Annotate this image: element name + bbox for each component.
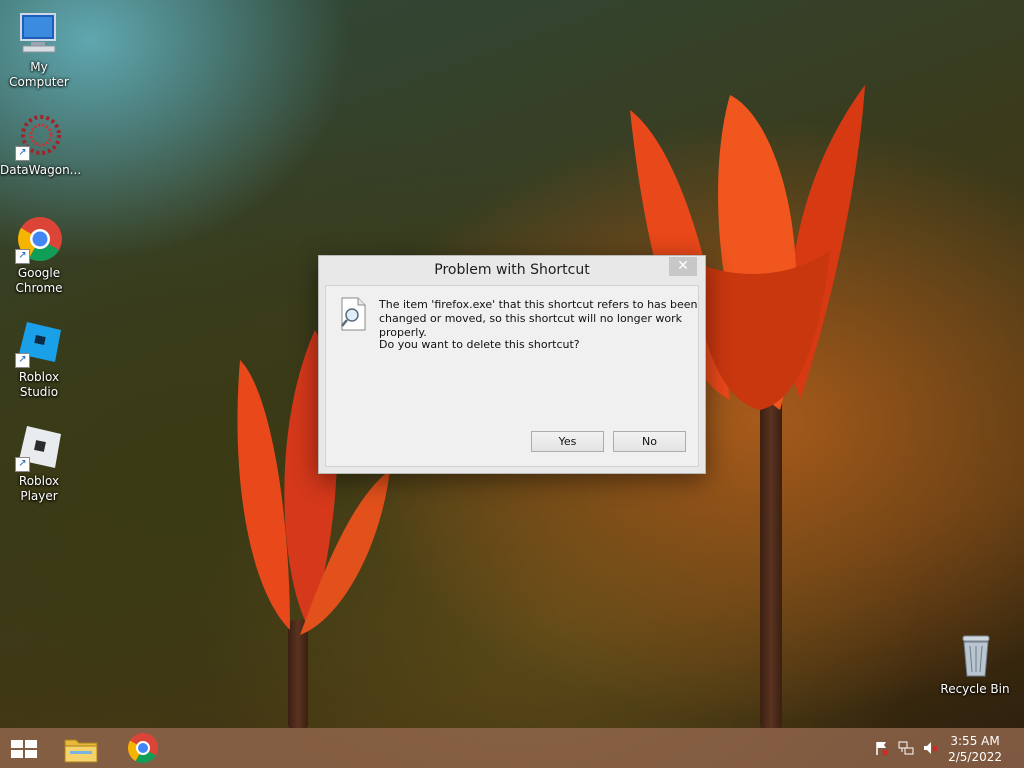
- desktop-icon-recycle-bin[interactable]: Recycle Bin: [936, 632, 1014, 697]
- desktop-icon-label: Roblox Studio: [18, 370, 60, 399]
- desktop-icon-my-computer[interactable]: My Computer: [0, 10, 78, 90]
- desktop-icon-roblox-studio[interactable]: ↗ Roblox Studio: [0, 320, 78, 400]
- desktop-icon-google-chrome[interactable]: ↗ Google Chrome: [0, 216, 78, 296]
- desktop-icon-label: Recycle Bin: [940, 682, 1010, 696]
- desktop-icon-label: My Computer: [9, 60, 69, 89]
- dialog-titlebar[interactable]: Problem with Shortcut ✕: [319, 256, 705, 284]
- start-button[interactable]: [0, 732, 50, 764]
- dialog-content: The item 'firefox.exe' that this shortcu…: [325, 285, 699, 467]
- roblox-studio-icon: ↗: [15, 320, 63, 368]
- magnifier-document-icon: [338, 297, 368, 331]
- problem-with-shortcut-dialog: Problem with Shortcut ✕ The item 'firefo…: [318, 255, 706, 474]
- desktop-icon-roblox-player[interactable]: ↗ Roblox Player: [0, 424, 78, 504]
- shortcut-arrow-icon: ↗: [15, 146, 30, 161]
- desktop-icon-datawagon[interactable]: ↗ DataWagon...: [0, 113, 82, 178]
- dialog-question: Do you want to delete this shortcut?: [379, 338, 580, 351]
- taskbar-file-explorer[interactable]: [56, 732, 106, 764]
- roblox-player-icon: ↗: [15, 424, 63, 472]
- start-icon: [11, 740, 37, 758]
- no-button[interactable]: No: [613, 431, 686, 452]
- desktop-icon-label: Google Chrome: [15, 266, 63, 295]
- close-button[interactable]: ✕: [669, 257, 697, 276]
- action-center-flag-icon[interactable]: [874, 740, 890, 756]
- chrome-icon: [127, 733, 158, 764]
- recycle-bin-icon: [951, 632, 999, 680]
- network-icon[interactable]: [898, 740, 914, 756]
- chrome-icon: ↗: [15, 216, 63, 264]
- volume-muted-icon[interactable]: [922, 740, 938, 756]
- datawagon-icon: ↗: [15, 113, 63, 161]
- clock-date: 2/5/2022: [948, 750, 1002, 764]
- taskbar: 3:55 AM 2/5/2022: [0, 728, 1024, 768]
- desktop-icon-label: DataWagon...: [0, 163, 82, 177]
- file-explorer-icon: [64, 739, 98, 763]
- shortcut-arrow-icon: ↗: [15, 249, 30, 264]
- shortcut-arrow-icon: ↗: [15, 353, 30, 368]
- dialog-message: The item 'firefox.exe' that this shortcu…: [379, 298, 698, 339]
- computer-icon: [15, 10, 63, 58]
- yes-button[interactable]: Yes: [531, 431, 604, 452]
- clock-time: 3:55 AM: [950, 734, 1000, 748]
- taskbar-clock[interactable]: 3:55 AM 2/5/2022: [948, 733, 1002, 765]
- shortcut-arrow-icon: ↗: [15, 457, 30, 472]
- dialog-title: Problem with Shortcut: [434, 262, 590, 278]
- taskbar-chrome[interactable]: [118, 732, 168, 764]
- desktop-icon-label: Roblox Player: [18, 474, 60, 503]
